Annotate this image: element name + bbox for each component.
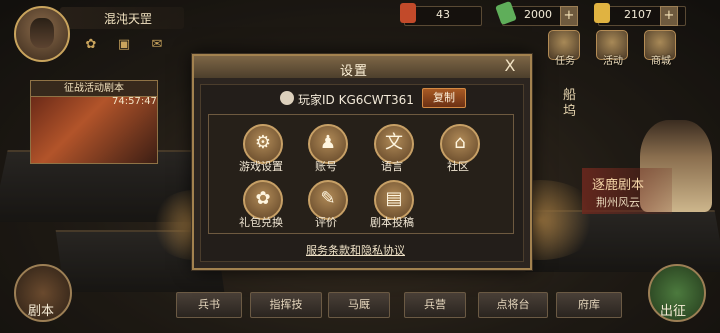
nav-shop-label: 商城 xyxy=(651,56,671,67)
option-community[interactable]: 社区 xyxy=(423,158,493,174)
resource-gold-value: 2107 xyxy=(624,8,652,21)
player-id: 玩家ID KG6CWT361 xyxy=(298,93,414,107)
option-gift-redeem[interactable]: 礼包兑换 xyxy=(226,214,296,230)
bottom-button-dianjiangtai[interactable]: 点将台 xyxy=(478,292,548,318)
zhulu-subtitle: 荆州风云 xyxy=(596,196,640,209)
option-review[interactable]: 评价 xyxy=(291,214,361,230)
option-language[interactable]: 语言 xyxy=(357,158,427,174)
player-avatar[interactable] xyxy=(14,6,70,62)
nav-task-label: 任务 xyxy=(555,56,575,67)
mail-icon[interactable]: ✉ xyxy=(150,38,164,52)
settings-title: 设置 xyxy=(340,64,369,79)
bottom-button-majiu[interactable]: 马厩 xyxy=(328,292,390,318)
bottom-button-zhihuiji[interactable]: 指挥技 xyxy=(250,292,322,318)
script-button-label: 剧本 xyxy=(28,304,55,319)
gold-ingot-icon xyxy=(594,3,610,23)
campaign-timer: 74:57:47 xyxy=(112,96,157,107)
resource-scroll-value: 43 xyxy=(436,8,450,21)
terms-link[interactable]: 服务条款和隐私协议 xyxy=(306,242,405,258)
scroll-icon xyxy=(400,3,416,23)
bottom-button-bingshu[interactable]: 兵书 xyxy=(176,292,242,318)
resource-jade-value: 2000 xyxy=(524,8,552,21)
user-icon xyxy=(280,91,294,105)
option-script-submit[interactable]: 剧本投稿 xyxy=(357,214,427,230)
bottom-button-fuku[interactable]: 府库 xyxy=(556,292,622,318)
nav-event-label: 活动 xyxy=(603,56,623,67)
player-name: 混沌天罡 xyxy=(104,12,153,26)
close-button[interactable]: X xyxy=(502,56,518,76)
option-account[interactable]: 账号 xyxy=(291,158,361,174)
add-gold-button[interactable]: + xyxy=(660,6,678,26)
zhulu-title: 逐鹿剧本 xyxy=(592,178,645,193)
calendar-icon[interactable]: ▣ xyxy=(117,38,131,52)
march-button-label: 出征 xyxy=(660,304,687,319)
gear-icon[interactable]: ✿ xyxy=(84,38,98,52)
copy-id-button[interactable]: 复制 xyxy=(422,88,466,108)
dock-label[interactable]: 船坞 xyxy=(563,88,581,120)
add-jade-button[interactable]: + xyxy=(560,6,578,26)
bottom-button-bingying[interactable]: 兵营 xyxy=(404,292,466,318)
option-game-settings[interactable]: 游戏设置 xyxy=(226,158,296,174)
